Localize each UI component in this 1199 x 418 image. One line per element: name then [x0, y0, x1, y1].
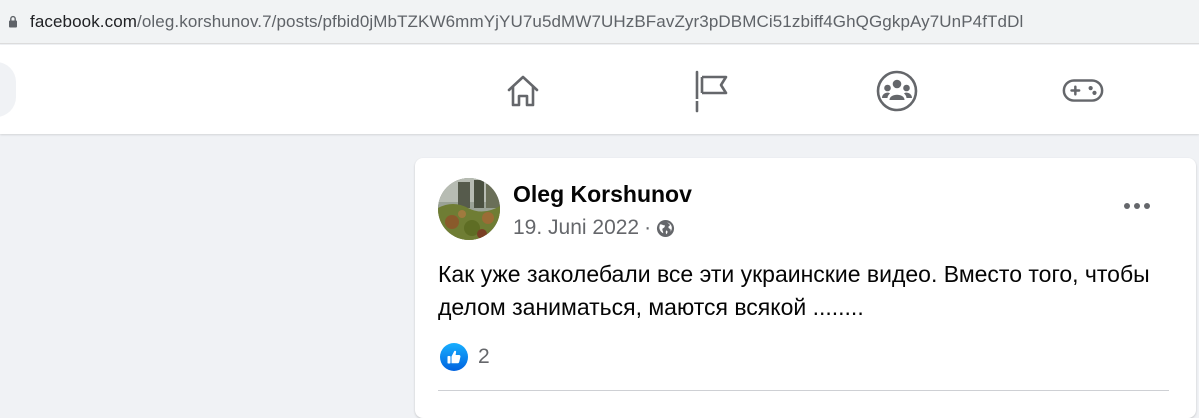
post-text: Как уже заколебали все эти украинские ви… — [438, 261, 1150, 320]
avatar[interactable] — [438, 178, 500, 240]
url-path: /oleg.korshunov.7/posts/pfbid0jMbTZKW6mm… — [137, 12, 1024, 31]
search-pill[interactable] — [0, 62, 16, 117]
url-host: facebook.com — [30, 12, 138, 31]
more-options-icon — [1124, 203, 1150, 209]
meta-separator: · — [644, 216, 652, 239]
pages-tab[interactable] — [688, 69, 732, 113]
flag-icon — [695, 70, 728, 113]
gaming-tab[interactable] — [1061, 69, 1105, 113]
top-navigation — [0, 45, 1199, 134]
post-options-button[interactable] — [1117, 188, 1157, 224]
url-text[interactable]: facebook.com/oleg.korshunov.7/posts/pfbi… — [30, 12, 1023, 32]
home-icon — [507, 75, 539, 107]
like-icon — [447, 350, 461, 364]
avatar-photo — [438, 178, 500, 240]
home-tab[interactable] — [501, 69, 545, 113]
post-meta: 19. Juni 2022 · — [513, 216, 675, 240]
address-bar[interactable]: facebook.com/oleg.korshunov.7/posts/pfbi… — [0, 0, 1199, 44]
reactions-summary[interactable]: 2 — [440, 343, 490, 371]
groups-tab[interactable] — [875, 69, 919, 113]
gaming-icon — [1062, 79, 1104, 102]
post-author-name[interactable]: Oleg Korshunov — [513, 181, 692, 208]
post-date[interactable]: 19. Juni 2022 — [513, 216, 639, 240]
like-count: 2 — [478, 345, 490, 368]
post-card: Oleg Korshunov 19. Juni 2022 · Как уже з… — [415, 158, 1196, 418]
lock-icon — [9, 15, 17, 28]
like-badge — [440, 343, 468, 371]
post-divider — [438, 390, 1169, 391]
groups-icon — [876, 70, 918, 112]
globe-icon — [657, 219, 675, 237]
